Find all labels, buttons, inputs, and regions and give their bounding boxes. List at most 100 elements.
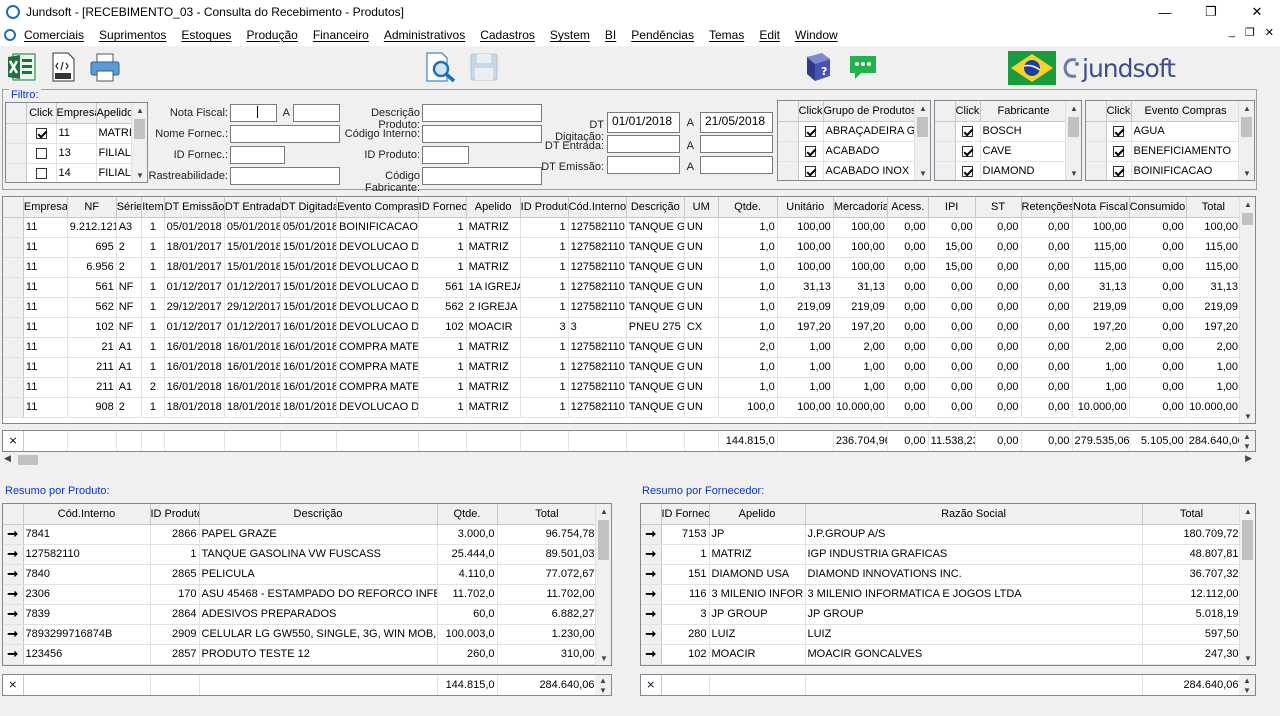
menu-item-temas[interactable]: Temas [709,28,744,42]
resumo-fornecedor-totals-spinner[interactable]: ▲ ▼ [1239,675,1255,695]
menu-item-system[interactable]: System [550,28,590,42]
id-produto-input[interactable] [422,146,469,164]
column-header[interactable]: Mercadoria [833,197,888,218]
column-header[interactable]: Retenções [1021,197,1073,218]
row-checkbox-cell[interactable] [955,161,981,180]
column-header[interactable]: IPI [928,197,976,218]
evento-grid-scrollbar[interactable]: ▲ ▼ [1238,101,1254,180]
table-row[interactable]: ➞ 151 DIAMOND USA DIAMOND INNOVATIONS INC. 3… [641,564,1242,585]
menu-item-pendencias[interactable]: Pendências [631,28,694,42]
menu-item-suprimentos[interactable]: Suprimentos [99,28,166,42]
mdi-app-icon[interactable] [4,29,16,41]
table-row[interactable]: ➞ 7153 JP J.P.GROUP A/S 180.709,72 [641,524,1242,545]
row-checkbox-cell[interactable] [26,143,57,164]
minimize-button[interactable]: — [1142,0,1188,24]
dt-emissao-from-input[interactable] [607,156,680,174]
column-header[interactable]: Descrição [199,504,438,525]
menu-item-producao[interactable]: Produção [246,28,297,42]
save-icon[interactable] [468,51,500,83]
column-header[interactable]: Acess. [887,197,929,218]
column-header[interactable]: Apelido [709,504,806,525]
nota-fiscal-from-input[interactable] [230,104,277,122]
table-row[interactable]: ➞ 116 3 MILENIO INFOR 3 MILENIO INFORMATICA… [641,584,1242,605]
dt-digitacao-from-input[interactable]: 01/01/2018 [607,112,680,133]
dt-entrada-from-input[interactable] [607,135,680,153]
column-header[interactable]: Empresa [23,197,68,218]
checkbox[interactable] [805,165,816,177]
list-item[interactable]: ABRAÇADEIRA GAI [778,121,917,142]
column-header[interactable]: Evento Compras [336,197,419,218]
column-header[interactable]: UM [684,197,719,218]
table-row[interactable]: 11 6.956 2 1 18/01/2017 15/01/2018 15/01/2018 D… [3,257,1242,278]
column-header[interactable]: Consumidor [1129,197,1187,218]
column-header[interactable]: Click [1106,101,1132,122]
recebimento-grid-scrollbar[interactable]: ▲ ▼ [1239,197,1255,423]
table-row[interactable]: ➞ 1 MATRIZ IGP INDUSTRIA GRAFICAS 48.807,81 [641,544,1242,565]
html-export-icon[interactable] [47,51,79,83]
column-header[interactable]: Total [1142,504,1242,525]
column-header[interactable]: Qtde. [718,197,778,218]
help-book-icon[interactable]: ? [802,51,834,83]
codigo-interno-input[interactable] [422,125,542,143]
row-checkbox-cell[interactable] [26,123,57,144]
column-header[interactable]: Unitário [777,197,834,218]
menu-item-window[interactable]: Window [795,28,838,42]
chat-icon[interactable] [847,51,879,83]
codigo-fabricante-input[interactable] [422,167,542,185]
list-item[interactable]: 11MATRIZ [6,123,134,144]
list-item[interactable]: DIAMOND [935,161,1068,180]
checkbox[interactable] [805,125,816,137]
checkbox[interactable] [962,125,973,137]
fabricante-grid-scrollbar[interactable]: ▲ ▼ [1065,101,1081,180]
column-header[interactable]: DT Emissão [164,197,225,218]
menu-item-bi[interactable]: BI [605,28,616,42]
table-row[interactable]: ➞ 2306 170 ASU 45468 - ESTAMPADO DO REFORCO… [3,584,598,605]
checkbox[interactable] [1113,165,1124,177]
column-header[interactable]: Total [497,504,598,525]
list-item[interactable]: AGUA [1086,121,1241,142]
row-checkbox-cell[interactable] [1106,141,1132,162]
column-header[interactable]: Fabricante [980,101,1068,122]
rastreabilidade-input[interactable] [230,167,340,185]
dt-emissao-to-input[interactable] [700,156,773,174]
checkbox[interactable] [35,127,47,139]
column-header[interactable]: Razão Social [805,504,1143,525]
table-row[interactable]: ➞ 3 JP GROUP JP GROUP 5.018,19 [641,604,1242,625]
column-header[interactable]: ID Fornec. [418,197,467,218]
column-header[interactable]: Click [26,103,57,124]
table-row[interactable]: ➞ 127582110 1 TANQUE GASOLINA VW FUSCASS 25.… [3,544,598,565]
list-item[interactable]: BOINIFICACAO [1086,161,1241,180]
table-row[interactable]: 11 562 NF 1 29/12/2017 29/12/2017 15/01/2018 DE… [3,297,1242,318]
table-row[interactable]: 11 211 A1 2 16/01/2018 16/01/2018 16/01/2018 CO… [3,377,1242,398]
mdi-minimize-button[interactable]: _ [1229,26,1235,39]
column-header[interactable]: Click [955,101,981,122]
table-row[interactable]: 11 561 NF 1 01/12/2017 01/12/2017 15/01/2018 DE… [3,277,1242,298]
totals-spinner[interactable]: ▲ ▼ [1239,431,1255,451]
table-row[interactable]: ➞ 102 MOACIR MOACIR GONCALVES 247,30 [641,644,1242,665]
descricao-produto-input[interactable] [422,104,542,122]
search-document-icon[interactable] [424,51,456,83]
row-checkbox-cell[interactable] [26,163,57,182]
row-checkbox-cell[interactable] [955,121,981,142]
column-header[interactable]: Cód.Interno [23,504,151,525]
checkbox[interactable] [1113,125,1124,137]
column-header[interactable]: NF [67,197,117,218]
list-item[interactable]: ACABADO [778,141,917,162]
row-checkbox-cell[interactable] [955,141,981,162]
table-row[interactable]: 11 908 2 1 18/01/2018 18/01/2018 18/01/2018 DEV… [3,397,1242,418]
column-header[interactable]: ID Produto [520,197,569,218]
table-row[interactable]: ➞ 7839 2864 ADESIVOS PREPARADOS 60,0 6.882,27 [3,604,598,625]
checkbox[interactable] [962,145,973,157]
list-item[interactable]: BOSCH [935,121,1068,142]
table-row[interactable]: ➞ 7840 2865 PELICULA 4.110,0 77.072,67 [3,564,598,585]
column-header[interactable]: Qtde. [437,504,498,525]
mdi-close-button[interactable]: ✕ [1265,26,1274,39]
resumo-produto-totals-spinner[interactable]: ▲ ▼ [595,675,611,695]
close-button[interactable]: ✕ [1234,0,1280,24]
table-row[interactable]: 11 695 2 1 18/01/2017 15/01/2018 15/01/2018 DEV… [3,237,1242,258]
column-header[interactable]: Item [141,197,165,218]
checkbox[interactable] [35,167,47,179]
column-header[interactable]: DT Entrada [224,197,281,218]
column-header[interactable]: DT Digitada [280,197,338,218]
grupo-grid-scrollbar[interactable]: ▲ ▼ [914,101,930,180]
